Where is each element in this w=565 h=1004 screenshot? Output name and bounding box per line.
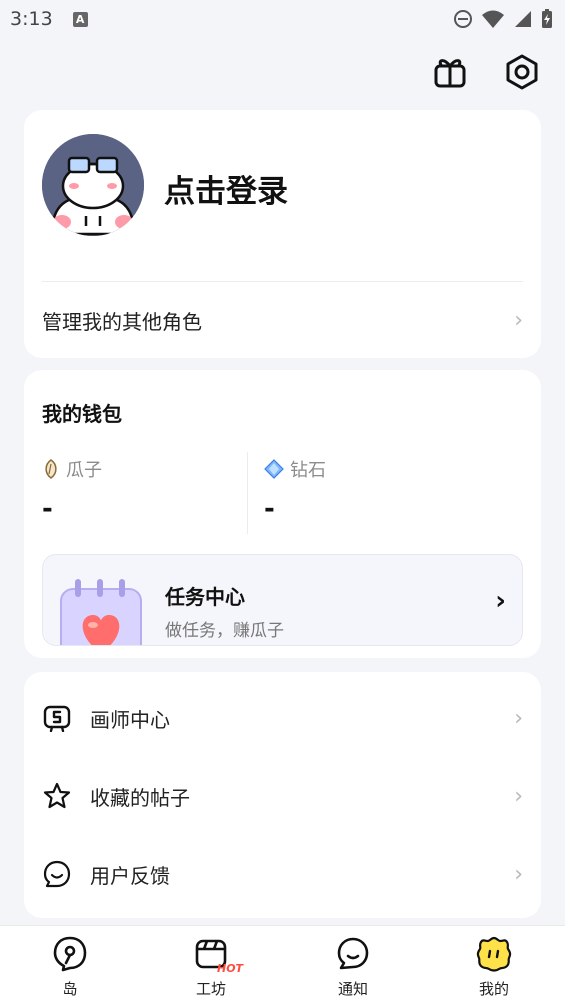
status-time: 3:13 (10, 8, 53, 30)
diamonds-balance[interactable]: 钻石 - (264, 456, 326, 522)
diamonds-value: - (264, 494, 275, 524)
menu-item-artist-center[interactable]: 画师中心 › (42, 698, 523, 738)
gift-icon (434, 59, 466, 88)
seed-icon (45, 459, 57, 479)
divider (42, 281, 523, 282)
menu-label: 画师中心 (90, 707, 170, 732)
mine-icon (476, 936, 512, 972)
menu-label: 用户反馈 (90, 863, 170, 888)
gift-button[interactable] (430, 52, 470, 92)
tab-island[interactable]: 岛 (30, 936, 110, 1002)
star-icon (42, 781, 72, 811)
task-center-subtitle: 做任务，赚瓜子 (165, 621, 284, 641)
menu-card: 画师中心 › 收藏的帖子 › 用户反馈 › (24, 672, 541, 918)
menu-label: 收藏的帖子 (90, 785, 190, 810)
notification-a-icon: A (72, 11, 88, 27)
wifi-icon (482, 10, 504, 28)
profile-card: 点击登录 管理我的其他角色 › (24, 110, 541, 358)
settings-button[interactable] (502, 52, 542, 92)
bottom-navigation: 岛 HOT 工坊 通知 我的 (0, 925, 565, 1004)
hot-badge: HOT (217, 962, 244, 975)
settings-hexagon-icon (506, 54, 538, 90)
notification-icon (337, 937, 369, 970)
calendar-heart-icon (60, 579, 142, 645)
nav-label: 我的 (478, 980, 509, 998)
chevron-right-icon: › (514, 705, 523, 731)
seeds-value: - (42, 494, 53, 524)
seeds-label: 瓜子 (66, 460, 102, 481)
nav-label: 岛 (62, 980, 78, 998)
signal-icon (515, 11, 531, 27)
menu-item-favorites[interactable]: 收藏的帖子 › (42, 776, 523, 816)
tab-workshop[interactable]: HOT 工坊 (171, 936, 251, 1002)
default-avatar-icon (42, 134, 144, 236)
status-bar: 3:13 A (0, 0, 565, 38)
login-button[interactable]: 点击登录 (164, 166, 288, 211)
nav-label: 工坊 (195, 980, 226, 998)
chevron-right-icon: › (514, 861, 523, 887)
task-center-title: 任务中心 (165, 585, 245, 609)
do-not-disturb-icon (454, 10, 472, 28)
task-center-banner[interactable]: 任务中心 做任务，赚瓜子 › (42, 554, 523, 646)
avatar[interactable] (42, 134, 144, 236)
seeds-balance[interactable]: 瓜子 - (42, 456, 102, 522)
menu-item-feedback[interactable]: 用户反馈 › (42, 854, 523, 894)
wallet-divider (247, 452, 248, 534)
chevron-right-icon: › (495, 586, 506, 616)
tab-notifications[interactable]: 通知 (313, 936, 393, 1002)
chevron-right-icon: › (514, 783, 523, 809)
feedback-icon (42, 859, 72, 889)
tab-mine[interactable]: 我的 (454, 936, 534, 1002)
chevron-right-icon: › (514, 307, 523, 333)
diamonds-label: 钻石 (290, 460, 326, 481)
manage-roles-row[interactable]: 管理我的其他角色 › (42, 300, 523, 340)
wallet-card: 我的钱包 瓜子 - 钻石 - 任务中心 做任务，赚瓜子 › (24, 370, 541, 658)
artist-icon (42, 703, 72, 733)
manage-roles-label: 管理我的其他角色 (42, 309, 202, 334)
battery-icon (542, 9, 552, 28)
diamond-icon (264, 459, 284, 479)
island-icon (53, 936, 87, 972)
wallet-title: 我的钱包 (42, 402, 122, 426)
nav-label: 通知 (337, 980, 368, 998)
